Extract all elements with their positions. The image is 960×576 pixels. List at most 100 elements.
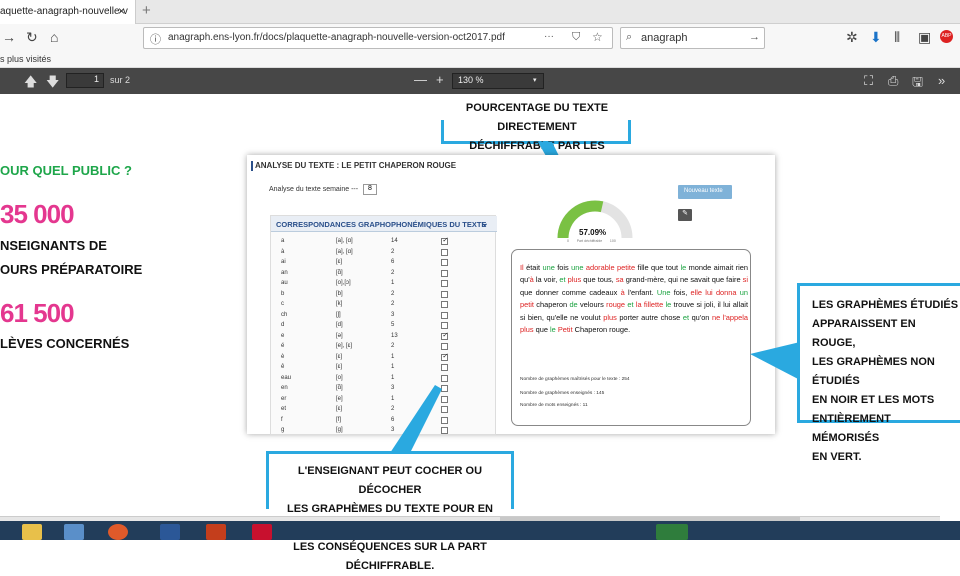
bottom-callout-line: LES CONSÉQUENCES SUR LA PART DÉCHIFFRABL… — [293, 541, 487, 572]
grapheme-cell: er — [281, 395, 287, 402]
search-go-icon[interactable]: → — [749, 31, 760, 43]
search-bar[interactable]: ⌕ anagraph → — [620, 27, 765, 49]
story-segment: une — [571, 263, 586, 272]
grapheme-checkbox[interactable] — [441, 280, 448, 287]
app-title: ANALYSE DU TEXTE : LE PETIT CHAPERON ROU… — [255, 161, 457, 170]
story-segment: elle lui donna — [690, 287, 740, 297]
story-segment: fille que tout — [637, 263, 681, 272]
story-segment: adorable — [585, 263, 618, 272]
right-callout-line: LES GRAPHÈMES ÉTUDIÉS — [812, 299, 959, 311]
phoneme-cell: [ɑ̃] — [336, 269, 343, 276]
table-header[interactable]: CORRESPONDANCES GRAPHOPHONÉMIQUES DU TEX… — [271, 216, 497, 232]
zoom-out-button[interactable]: — — [414, 72, 427, 87]
grapheme-checkbox[interactable] — [441, 259, 448, 266]
tools-icon[interactable]: » — [938, 73, 945, 88]
story-segment: porter autre chose — [619, 312, 683, 322]
story-segment: fois, — [673, 287, 691, 297]
grapheme-checkbox[interactable] — [441, 374, 448, 382]
phoneme-cell: [k] — [336, 301, 343, 307]
edit-icon[interactable]: ✎ — [678, 209, 692, 221]
zoom-select[interactable]: 130 % ▾ — [452, 73, 544, 89]
new-tab-icon[interactable]: + — [142, 2, 151, 19]
reload-icon[interactable]: ↻ — [26, 29, 38, 46]
gauge-value: 57.09% — [579, 228, 607, 237]
grapheme-cell: au — [281, 280, 288, 286]
count-cell: 2 — [391, 343, 395, 349]
pdf-toolbar: 🡅 🡇 1 sur 2 — + 130 % ▾ ⛶ ⎙ 🖫 » — [0, 68, 960, 94]
save-icon[interactable]: 🖫 — [912, 73, 923, 95]
story-segment: et — [682, 312, 692, 322]
search-input[interactable]: anagraph — [641, 32, 688, 44]
right-callout-line: EN VERT. — [812, 451, 862, 463]
story-panel: Il était une fois une adorable petite fi… — [511, 249, 751, 426]
browser-tab[interactable]: aquette-anagraph-nouvelle-v × — [0, 0, 136, 24]
zoom-in-button[interactable]: + — [436, 72, 444, 87]
story-segment: de — [569, 300, 580, 310]
phoneme-cell: [a], [ɑ] — [336, 238, 353, 244]
grapheme-cell: an — [281, 269, 288, 276]
grapheme-checkbox[interactable] — [441, 364, 448, 371]
grapheme-checkbox[interactable] — [441, 269, 448, 277]
library-icon[interactable]: ⦀ — [894, 29, 900, 46]
grapheme-checkbox[interactable] — [441, 331, 448, 340]
firefox-icon[interactable] — [108, 524, 128, 540]
previous-page-icon[interactable]: 🡅 — [24, 73, 37, 95]
story-segment: que donner — [520, 287, 562, 297]
explorer-icon[interactable] — [22, 524, 42, 540]
story-segment: sa — [615, 275, 626, 285]
grapheme-checkbox[interactable] — [441, 352, 448, 361]
grapheme-cell: é — [281, 343, 285, 349]
grapheme-cell: d — [281, 322, 285, 328]
tray-icon[interactable] — [656, 524, 688, 540]
phoneme-cell: [e] — [336, 395, 343, 402]
grapheme-checkbox[interactable] — [441, 343, 448, 350]
info-icon[interactable]: ⓘ — [150, 31, 161, 47]
page-actions-icon[interactable]: ··· — [544, 31, 554, 42]
sidebar-icon[interactable]: ▣ — [918, 29, 931, 46]
phoneme-cell: [f] — [336, 416, 342, 423]
count-cell: 1 — [391, 353, 395, 360]
forward-icon[interactable]: → — [2, 29, 16, 45]
phoneme-cell: [g] — [336, 427, 343, 433]
next-page-icon[interactable]: 🡇 — [46, 73, 59, 95]
count-cell: 13 — [391, 332, 398, 339]
powerpoint-icon[interactable] — [206, 524, 226, 540]
public-heading: OUR QUEL PUBLIC ? — [0, 163, 132, 178]
grapheme-cell: à — [281, 248, 285, 255]
count-cell: 6 — [391, 259, 395, 265]
count-cell: 2 — [391, 269, 395, 276]
teachers-label-2: OURS PRÉPARATOIRE — [0, 262, 143, 277]
url-text: anagraph.ens-lyon.fr/docs/plaquette-anag… — [168, 32, 505, 43]
grapheme-checkbox[interactable] — [441, 248, 448, 256]
grapheme-checkbox[interactable] — [441, 322, 448, 329]
page-number-input[interactable]: 1 — [66, 73, 104, 88]
star-icon[interactable]: ☆ — [592, 30, 603, 44]
grapheme-checkbox[interactable] — [441, 290, 448, 298]
story-segment: plus — [603, 312, 620, 322]
grapheme-checkbox[interactable] — [441, 311, 448, 319]
story-segment: chaperon — [536, 300, 570, 310]
gear-icon[interactable]: ✲ — [846, 29, 858, 46]
pocket-icon[interactable]: ⛉ — [572, 31, 580, 44]
close-icon[interactable]: × — [118, 4, 125, 18]
search-icon: ⌕ — [626, 31, 633, 43]
new-text-button[interactable]: Nouveau texte — [678, 185, 732, 199]
word-icon[interactable] — [160, 524, 180, 540]
week-select[interactable]: 8 — [363, 184, 377, 195]
bookmark-most-visited[interactable]: s plus visités — [0, 54, 51, 64]
home-icon[interactable]: ⌂ — [50, 29, 58, 45]
grapheme-cell: a — [281, 238, 285, 244]
fullscreen-icon[interactable]: ⛶ — [864, 73, 873, 89]
print-icon[interactable]: ⎙ — [888, 73, 898, 89]
grapheme-checkbox[interactable] — [441, 236, 448, 245]
extension-icon[interactable]: ABP — [940, 30, 953, 43]
download-icon[interactable]: ⬇ — [870, 29, 882, 46]
gauge-caption: 0 Part déchiffrable 100 — [567, 239, 616, 243]
pdf-reader-icon[interactable] — [252, 524, 272, 540]
chevron-down-icon[interactable]: ⌄ — [481, 218, 489, 229]
grapheme-checkbox[interactable] — [441, 301, 448, 308]
app-icon[interactable] — [64, 524, 84, 540]
phoneme-cell: [ɛ] — [336, 406, 343, 412]
url-bar[interactable]: ⓘ anagraph.ens-lyon.fr/docs/plaquette-an… — [143, 27, 613, 49]
grapheme-cell: c — [281, 301, 284, 307]
